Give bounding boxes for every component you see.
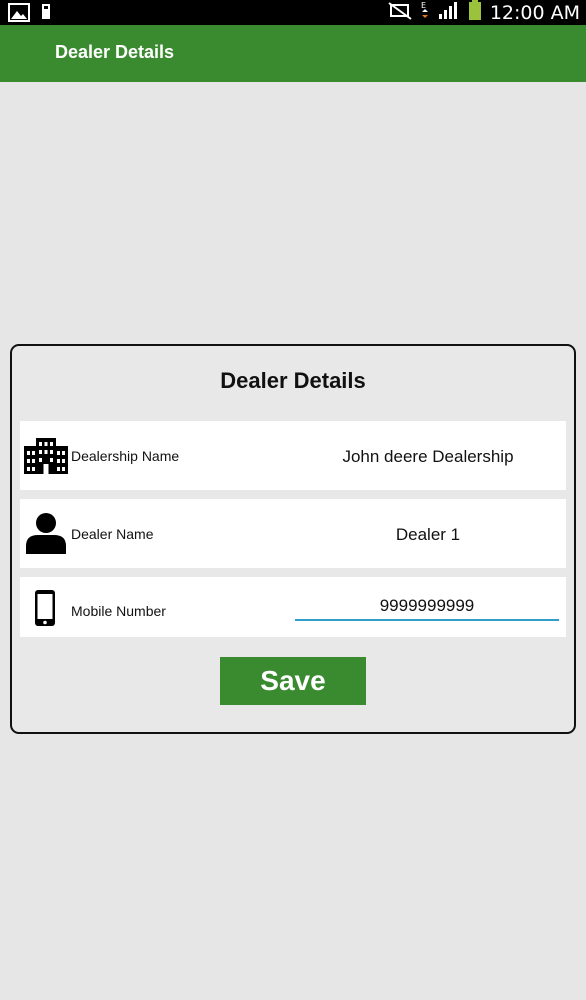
card-title: Dealer Details	[220, 368, 366, 393]
sd-card-icon	[40, 3, 52, 27]
mobile-number-label: Mobile Number	[71, 603, 166, 619]
signal-icon	[438, 0, 460, 25]
dealership-name-value[interactable]: John deere Dealership	[312, 447, 544, 467]
app-bar: Dealer Details	[0, 25, 586, 82]
data-arrows-icon: E	[420, 0, 430, 26]
dealer-name-row[interactable]: Dealer Name Dealer 1	[20, 499, 566, 568]
clock-time: 12:00 AM	[489, 1, 580, 24]
mute-icon	[388, 1, 412, 25]
battery-icon	[468, 0, 482, 26]
save-button[interactable]: Save	[220, 657, 366, 705]
image-icon	[8, 3, 30, 27]
svg-text:E: E	[421, 1, 426, 10]
dealer-details-card: Dealer Details Dealership Name John deer…	[10, 344, 576, 734]
dealership-name-label: Dealership Name	[71, 448, 180, 464]
dealer-name-label: Dealer Name	[71, 526, 154, 542]
mobile-number-row[interactable]: Mobile Number	[20, 577, 566, 637]
building-icon	[24, 438, 68, 479]
person-icon	[24, 512, 68, 559]
phone-icon	[34, 589, 56, 632]
mobile-number-input[interactable]	[295, 593, 559, 621]
dealership-name-row[interactable]: Dealership Name John deere Dealership	[20, 421, 566, 490]
page-title: Dealer Details	[55, 42, 175, 62]
dealer-name-value[interactable]: Dealer 1	[312, 525, 544, 545]
status-bar: E 12:00 AM	[0, 0, 586, 25]
